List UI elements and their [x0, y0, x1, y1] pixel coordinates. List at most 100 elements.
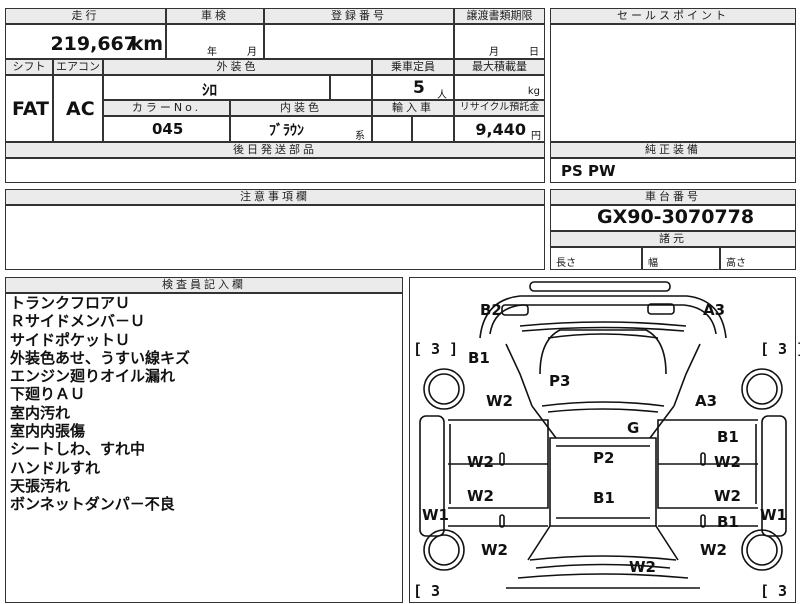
color-no-cell: 045 — [103, 116, 230, 142]
sales-point-header: セールスポイント — [550, 8, 796, 24]
bracket-bottom-left: [ 3 — [413, 582, 441, 600]
damage-label-b2: B2 — [480, 301, 502, 319]
max-load-cell: kg — [454, 75, 545, 100]
height-label: 高さ — [726, 258, 746, 269]
damage-label-a3-right: A3 — [695, 392, 718, 410]
damage-label-w2-left-door2: W2 — [467, 487, 494, 505]
aircon-header: エアコン — [53, 59, 103, 75]
damage-label-w1-right: W1 — [760, 506, 787, 524]
import-header: 輸入車 — [372, 100, 454, 116]
length-label: 長さ — [556, 258, 576, 269]
later-parts-cell — [5, 158, 545, 183]
recycle-value: 9,440 — [475, 120, 526, 139]
standard-equipment-value: PS PW — [561, 162, 616, 180]
recycle-header: リサイクル預託金 — [454, 100, 545, 116]
registration-header: 登録番号 — [264, 8, 454, 24]
shift-header: シフト — [5, 59, 53, 75]
remark-item: Ｒサイドメンバ－Ｕ — [10, 312, 146, 331]
recycle-cell: 9,440 円 — [454, 116, 545, 142]
damage-label-w2-right-door1: W2 — [714, 453, 741, 471]
import-cell-2 — [412, 116, 454, 142]
interior-color-header: 内装色 — [230, 100, 372, 116]
notes-header: 注意事項欄 — [5, 189, 545, 205]
notes-cell — [5, 205, 545, 270]
mileage-value: 219,667 — [50, 33, 137, 55]
recycle-unit: 円 — [531, 131, 541, 142]
remark-item: シートしわ、すれ中 — [10, 440, 146, 459]
width-label: 幅 — [648, 258, 658, 269]
mileage-header: 走行 — [5, 8, 166, 24]
aircon-cell: AC — [53, 75, 103, 142]
damage-label-w1-left: W1 — [422, 506, 449, 524]
shift-cell: FAT — [5, 75, 53, 142]
damage-label-b1-center: B1 — [593, 489, 615, 507]
car-diagram-panel: [ 3 ] [ 3 ] [ 3 [ 3 B2 A3 B1 P3 W2 A3 G … — [409, 277, 800, 603]
damage-label-b1-left-top: B1 — [468, 349, 490, 367]
damage-label-w2-right-lower: W2 — [700, 541, 727, 559]
exterior-color-header: 外装色 — [103, 59, 372, 75]
shaken-month-label: 月 — [247, 47, 257, 58]
remark-item: エンジン廻りオイル漏れ — [10, 367, 176, 386]
remark-item: 室内汚れ — [10, 403, 71, 422]
capacity-value: 5 — [413, 78, 425, 98]
exterior-color-extra — [330, 75, 372, 100]
shaken-header: 車検 — [166, 8, 264, 24]
capacity-header: 乗車定員 — [372, 59, 454, 75]
remark-item: ボンネットダンパ－不良 — [10, 495, 175, 514]
width-cell: 幅 — [642, 247, 720, 270]
damage-label-p2: P2 — [593, 449, 615, 467]
transfer-deadline-header: 譲渡書類期限 — [454, 8, 545, 24]
later-parts-header: 後日発送部品 — [5, 142, 545, 158]
chassis-no-value: GX90-3070778 — [597, 206, 755, 228]
bracket-top-left: [ 3 ] — [413, 340, 459, 358]
inspector-remarks-panel: トランクフロアＵ Ｒサイドメンバ－Ｕ サイドポケットＵ 外装色あせ、うすい線キズ エンジ… — [5, 293, 403, 603]
import-cell-1 — [372, 116, 412, 142]
damage-label-b1-right-upper: B1 — [717, 428, 739, 446]
max-load-unit: kg — [527, 86, 540, 97]
remark-item: 天張汚れ — [10, 476, 71, 495]
transfer-day-label: 日 — [529, 47, 539, 58]
inspector-remarks-header: 検査員記入欄 — [5, 277, 403, 293]
max-load-header: 最大積載量 — [454, 59, 545, 75]
transfer-deadline-cell: 月 日 — [454, 24, 545, 59]
damage-label-b1-right-lower: B1 — [717, 513, 739, 531]
exterior-color-value: ｼﾛ — [202, 81, 218, 99]
capacity-cell: 5 人 — [372, 75, 454, 101]
length-cell: 長さ — [550, 247, 642, 270]
remark-item: 外装色あせ、うすい線キズ — [10, 348, 191, 367]
shaken-cell: 年 月 — [166, 24, 264, 59]
interior-color-value: ﾌﾞﾗｳﾝ — [269, 123, 304, 139]
damage-label-w2-left-lower: W2 — [481, 541, 508, 559]
interior-color-cell: ﾌﾞﾗｳﾝ 系 — [230, 116, 372, 142]
damage-label-p3: P3 — [549, 372, 571, 390]
color-no-value: 045 — [152, 120, 184, 138]
remark-item: サイドポケットＵ — [10, 330, 131, 349]
aircon-value: AC — [66, 98, 95, 120]
exterior-color-cell: ｼﾛ — [103, 75, 330, 100]
shift-value: FAT — [12, 98, 49, 120]
standard-equipment-cell: PS PW — [550, 158, 796, 183]
registration-cell — [264, 24, 454, 59]
damage-label-w2-bottom: W2 — [629, 558, 656, 576]
damage-label-g: G — [627, 419, 640, 437]
remarks-list: トランクフロアＵ Ｒサイドメンバ－Ｕ サイドポケットＵ 外装色あせ、うすい線キズ エンジ… — [10, 294, 190, 514]
standard-equipment-header: 純正装備 — [550, 142, 796, 158]
chassis-no-cell: GX90-3070778 — [550, 205, 796, 231]
dimensions-header: 諸元 — [550, 231, 796, 247]
remark-item: ハンドルすれ — [10, 458, 101, 477]
damage-label-w2-left-door1: W2 — [467, 453, 494, 471]
sales-point-cell — [550, 24, 796, 142]
damage-label-w2-left-upper: W2 — [486, 392, 513, 410]
remark-item: 下廻りＡＵ — [10, 385, 86, 404]
damage-label-a3-top: A3 — [703, 301, 726, 319]
shaken-year-label: 年 — [207, 47, 217, 58]
transfer-month-label: 月 — [489, 47, 499, 58]
capacity-unit: 人 — [437, 90, 447, 101]
remark-item: 室内内張傷 — [10, 422, 86, 441]
mileage-unit: km — [130, 33, 163, 55]
color-no-header: カラーNo. — [103, 100, 230, 116]
car-outline — [419, 281, 787, 589]
remark-item: トランクフロアＵ — [10, 294, 131, 312]
interior-color-suffix: 系 — [355, 131, 365, 142]
bracket-top-right: [ 3 ] — [760, 340, 800, 358]
